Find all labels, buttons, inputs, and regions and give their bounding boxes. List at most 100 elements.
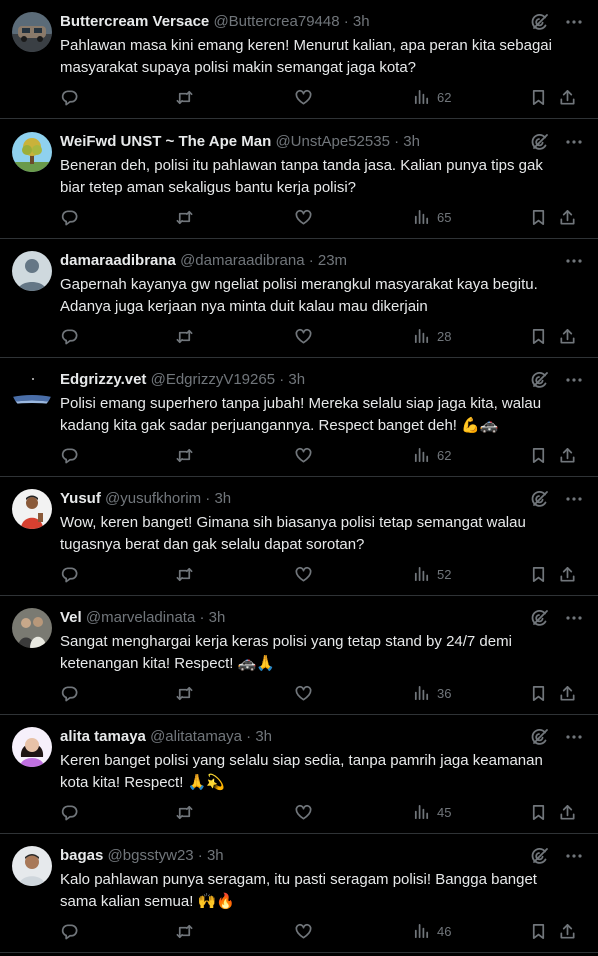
- reply-button[interactable]: [60, 87, 79, 107]
- more-options-icon[interactable]: [564, 251, 584, 271]
- more-options-icon[interactable]: [564, 489, 584, 509]
- share-button[interactable]: [558, 207, 577, 227]
- share-button[interactable]: [558, 683, 577, 703]
- display-name[interactable]: bagas: [60, 847, 108, 864]
- views-button[interactable]: 28: [412, 326, 451, 346]
- bookmark-button[interactable]: [529, 802, 548, 822]
- more-options-icon[interactable]: [564, 727, 584, 747]
- display-name[interactable]: WeiFwd UNST ~ The Ape Man: [60, 133, 275, 150]
- bookmark-button[interactable]: [529, 564, 548, 584]
- avatar[interactable]: [12, 251, 52, 291]
- timestamp[interactable]: 3h: [255, 728, 272, 745]
- more-options-icon[interactable]: [564, 12, 584, 32]
- like-button[interactable]: [294, 683, 313, 703]
- display-name[interactable]: Buttercream Versace: [60, 13, 213, 30]
- avatar[interactable]: [12, 12, 52, 52]
- avatar[interactable]: [12, 727, 52, 767]
- user-handle[interactable]: @alitatamaya: [150, 728, 246, 745]
- display-name[interactable]: Yusuf: [60, 490, 105, 507]
- views-button[interactable]: 45: [412, 802, 451, 822]
- repost-button[interactable]: [175, 564, 194, 584]
- tweet[interactable]: WeiFwd UNST ~ The Ape Man @UnstApe52535 …: [0, 120, 598, 239]
- display-name[interactable]: Edgrizzy.vet: [60, 371, 151, 388]
- share-button[interactable]: [558, 564, 577, 584]
- repost-button[interactable]: [175, 921, 194, 941]
- grok-icon[interactable]: [530, 12, 550, 32]
- reply-button[interactable]: [60, 445, 79, 465]
- repost-button[interactable]: [175, 683, 194, 703]
- timestamp[interactable]: 3h: [209, 609, 226, 626]
- user-handle[interactable]: @EdgrizzyV19265: [151, 371, 280, 388]
- views-button[interactable]: 46: [412, 921, 451, 941]
- repost-button[interactable]: [175, 326, 194, 346]
- share-button[interactable]: [558, 802, 577, 822]
- share-button[interactable]: [558, 87, 577, 107]
- grok-icon[interactable]: [530, 608, 550, 628]
- like-button[interactable]: [294, 445, 313, 465]
- repost-button[interactable]: [175, 802, 194, 822]
- more-options-icon[interactable]: [564, 846, 584, 866]
- reply-button[interactable]: [60, 564, 79, 584]
- user-handle[interactable]: @bgsstyw23: [108, 847, 198, 864]
- views-button[interactable]: 62: [412, 445, 451, 465]
- views-button[interactable]: 62: [412, 87, 451, 107]
- views-button[interactable]: 36: [412, 683, 451, 703]
- user-handle[interactable]: @Buttercrea79448: [213, 13, 343, 30]
- display-name[interactable]: alita tamaya: [60, 728, 150, 745]
- grok-icon[interactable]: [530, 370, 550, 390]
- reply-button[interactable]: [60, 207, 79, 227]
- like-button[interactable]: [294, 802, 313, 822]
- repost-button[interactable]: [175, 445, 194, 465]
- tweet[interactable]: Yusuf @yusufkhorim · 3h Wow, keren bange…: [0, 477, 598, 596]
- grok-icon[interactable]: [530, 727, 550, 747]
- share-button[interactable]: [558, 921, 577, 941]
- bookmark-button[interactable]: [529, 207, 548, 227]
- tweet[interactable]: bagas @bgsstyw23 · 3h Kalo pahlawan puny…: [0, 834, 598, 953]
- display-name[interactable]: damaraadibrana: [60, 252, 180, 269]
- bookmark-button[interactable]: [529, 445, 548, 465]
- bookmark-button[interactable]: [529, 683, 548, 703]
- avatar[interactable]: [12, 846, 52, 886]
- reply-button[interactable]: [60, 921, 79, 941]
- repost-button[interactable]: [175, 207, 194, 227]
- views-button[interactable]: 65: [412, 207, 451, 227]
- like-button[interactable]: [294, 564, 313, 584]
- timestamp[interactable]: 3h: [207, 847, 224, 864]
- timestamp[interactable]: 23m: [318, 252, 347, 269]
- display-name[interactable]: Vel: [60, 609, 86, 626]
- like-button[interactable]: [294, 87, 313, 107]
- bookmark-button[interactable]: [529, 87, 548, 107]
- tweet[interactable]: damaraadibrana @damaraadibrana · 23m Gap…: [0, 239, 598, 358]
- views-button[interactable]: 52: [412, 564, 451, 584]
- more-options-icon[interactable]: [564, 132, 584, 152]
- user-handle[interactable]: @marveladinata: [86, 609, 200, 626]
- reply-button[interactable]: [60, 326, 79, 346]
- timestamp[interactable]: 3h: [214, 490, 231, 507]
- timestamp[interactable]: 3h: [288, 371, 305, 388]
- timestamp[interactable]: 3h: [403, 133, 420, 150]
- like-button[interactable]: [294, 921, 313, 941]
- tweet[interactable]: Buttercream Versace @Buttercrea79448 · 3…: [0, 0, 598, 119]
- share-button[interactable]: [558, 445, 577, 465]
- more-options-icon[interactable]: [564, 370, 584, 390]
- like-button[interactable]: [294, 326, 313, 346]
- repost-button[interactable]: [175, 87, 194, 107]
- bookmark-button[interactable]: [529, 326, 548, 346]
- user-handle[interactable]: @UnstApe52535: [275, 133, 394, 150]
- like-button[interactable]: [294, 207, 313, 227]
- tweet[interactable]: Edgrizzy.vet @EdgrizzyV19265 · 3h Polisi…: [0, 358, 598, 477]
- grok-icon[interactable]: [530, 489, 550, 509]
- grok-icon[interactable]: [530, 132, 550, 152]
- grok-icon[interactable]: [530, 846, 550, 866]
- avatar[interactable]: [12, 489, 52, 529]
- tweet[interactable]: Vel @marveladinata · 3h Sangat mengharga…: [0, 596, 598, 715]
- user-handle[interactable]: @damaraadibrana: [180, 252, 309, 269]
- user-handle[interactable]: @yusufkhorim: [105, 490, 205, 507]
- avatar[interactable]: [12, 370, 52, 410]
- reply-button[interactable]: [60, 683, 79, 703]
- tweet[interactable]: alita tamaya @alitatamaya · 3h Keren ban…: [0, 715, 598, 834]
- timestamp[interactable]: 3h: [353, 13, 370, 30]
- bookmark-button[interactable]: [529, 921, 548, 941]
- more-options-icon[interactable]: [564, 608, 584, 628]
- avatar[interactable]: [12, 608, 52, 648]
